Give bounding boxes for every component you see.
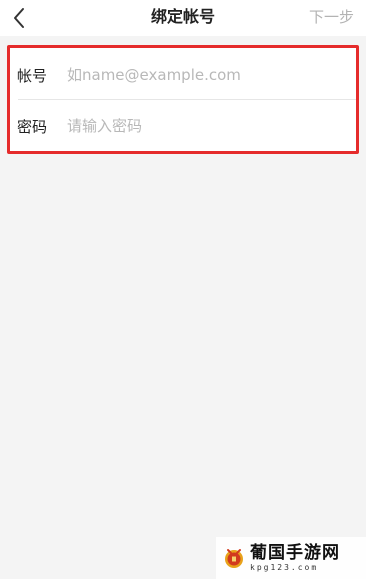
password-label: 密码: [17, 117, 48, 136]
password-input[interactable]: [67, 117, 348, 135]
form-divider: [18, 99, 356, 100]
navigation-bar: 绑定帐号 下一步: [0, 0, 366, 36]
next-button[interactable]: 下一步: [309, 0, 354, 36]
bind-account-form: 帐号 密码: [7, 45, 359, 154]
password-row: 密码: [10, 101, 356, 151]
site-watermark: 葡国手游网 kpg123.com: [216, 537, 366, 579]
account-label: 帐号: [17, 66, 48, 85]
watermark-logo-icon: [225, 549, 243, 568]
account-input[interactable]: [67, 66, 348, 84]
watermark-domain: kpg123.com: [250, 563, 319, 572]
watermark-name: 葡国手游网: [250, 543, 340, 563]
account-row: 帐号: [10, 50, 356, 100]
